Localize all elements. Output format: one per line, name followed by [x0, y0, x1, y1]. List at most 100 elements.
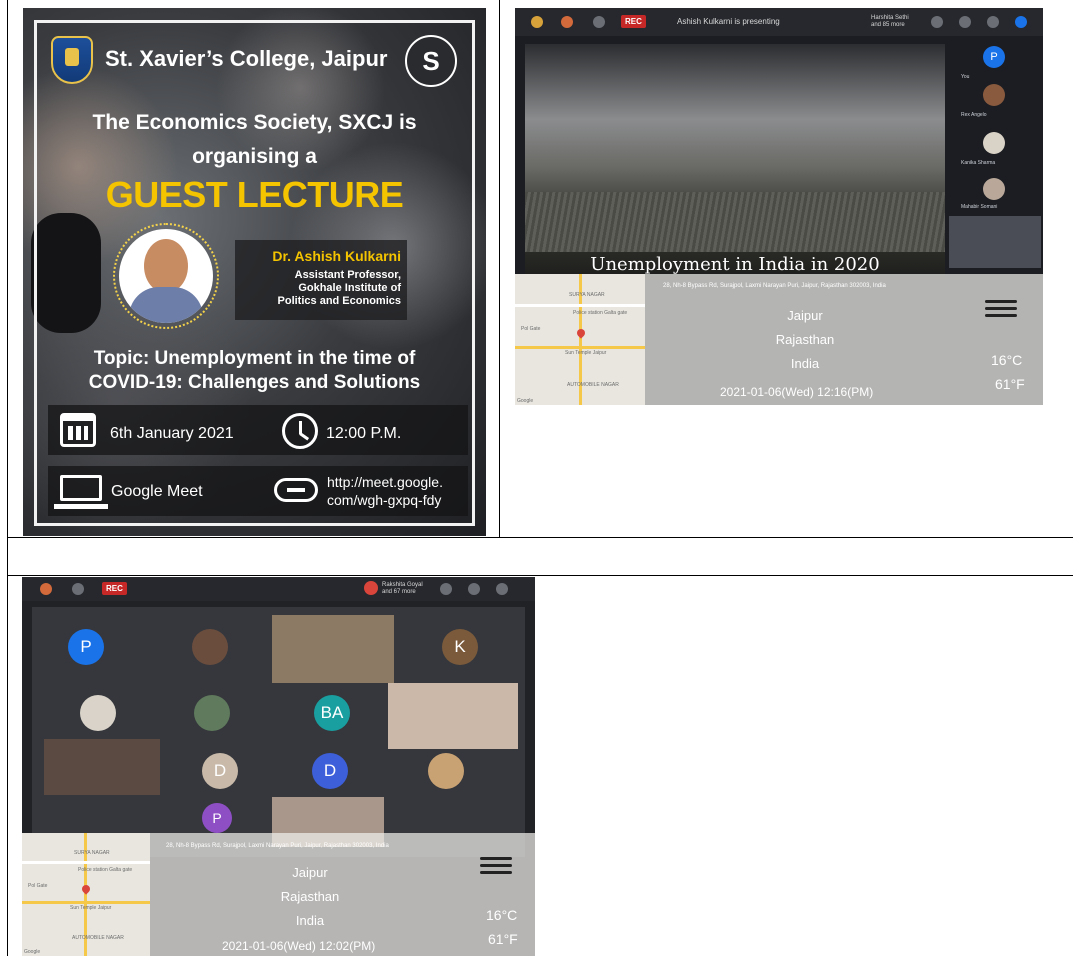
participant-name: Kanika Sharma — [961, 160, 996, 166]
temperature-celsius: 16°C — [991, 352, 1023, 368]
participant-sidebar: P You Rex Angelo Kanika Sharma Mahabir S… — [947, 44, 1043, 280]
speaker-name: Dr. Ashish Kulkarni — [272, 248, 401, 264]
speaker-role: Assistant Professor, Gokhale Institute o… — [235, 269, 407, 308]
location-country: India — [295, 913, 325, 928]
participants-more: Harshita Sethi and 85 more — [871, 15, 909, 29]
map-label: Sun Temple Jaipur — [70, 905, 112, 911]
location-country: India — [790, 356, 820, 371]
people-icon — [440, 583, 452, 595]
speaker-role-line: Assistant Professor, — [294, 269, 401, 281]
participants-avatar — [364, 581, 378, 595]
participant-avatar — [983, 84, 1005, 106]
activities-icon — [987, 16, 999, 28]
lecture-poster: St. Xavier’s College, Jaipur S The Econo… — [23, 8, 486, 536]
table-border-row1 — [7, 537, 1073, 538]
reaction-icon — [561, 16, 573, 28]
participant-tile-avatar: P — [68, 629, 104, 665]
location-city: Jaipur — [292, 865, 328, 880]
participant-tile-avatar: P — [202, 803, 232, 833]
participant-video — [388, 683, 518, 749]
participant-name: Mahabir Somani — [961, 204, 998, 210]
map-label: Google — [517, 398, 534, 404]
map-pin-icon — [575, 327, 587, 339]
map-label: Police station Galta gate — [573, 310, 628, 316]
college-crest-logo — [51, 36, 93, 84]
activities-icon — [496, 583, 508, 595]
weather-fog-icon — [985, 300, 1017, 321]
participants-more-line: Rakshita Goyal — [382, 582, 423, 588]
map-label: SURYA NAGAR — [74, 850, 110, 856]
economics-society-logo: S — [405, 35, 457, 87]
topic-line: COVID-19: Challenges and Solutions — [88, 372, 421, 393]
temperature-fahrenheit: 61°F — [995, 376, 1025, 392]
recording-badge: REC — [102, 582, 127, 595]
laptop-icon — [54, 475, 108, 509]
account-avatar — [1015, 16, 1027, 28]
slide-field-image — [525, 192, 945, 252]
participant-tile-avatar: K — [442, 629, 478, 665]
speaker-photo — [119, 229, 213, 323]
meet-screenshot-grid: REC Rakshita Goyal and 67 more P K BA D … — [22, 577, 535, 956]
document-page: St. Xavier’s College, Jaipur S The Econo… — [0, 0, 1073, 956]
table-border-row2 — [7, 575, 1073, 576]
participant-avatar: P — [983, 46, 1005, 68]
participant-tile-photo — [194, 695, 230, 731]
map-label: AUTOMOBILE NAGAR — [567, 382, 619, 388]
table-border-left — [7, 0, 8, 956]
temperature-fahrenheit: 61°F — [488, 931, 518, 947]
settings-icon — [593, 16, 605, 28]
map-label: SURYA NAGAR — [569, 292, 605, 298]
capture-datetime: 2021-01-06(Wed) 12:16(PM) — [720, 385, 874, 399]
event-platform: Google Meet — [111, 483, 203, 500]
calendar-icon — [60, 413, 96, 447]
map-label: Sun Temple Jaipur — [565, 350, 607, 356]
location-map: SURYA NAGAR Police station Galta gate Po… — [515, 274, 645, 405]
participant-video — [272, 615, 394, 683]
participants-more-line: Harshita Sethi — [871, 15, 909, 21]
location-address: 28, Nh-8 Bypass Rd, Surajpol, Laxmi Nara… — [166, 843, 389, 849]
map-label: Pol Gate — [28, 883, 48, 889]
participant-avatar — [983, 178, 1005, 200]
participant-avatar — [983, 132, 1005, 154]
meeting-url-line: com/wgh-gxpq-fdy — [327, 492, 442, 508]
organising-line: organising a — [192, 145, 317, 168]
topic-line: Topic: Unemployment in the time of — [93, 348, 416, 369]
recording-badge: REC — [621, 15, 646, 28]
reaction-icon — [40, 583, 52, 595]
participants-more-line: and 67 more — [382, 589, 416, 595]
location-map: SURYA NAGAR Police station Galta gate Po… — [22, 833, 150, 956]
location-address: 28, Nh-8 Bypass Rd, Surajpol, Laxmi Nara… — [663, 283, 886, 289]
chat-icon — [959, 16, 971, 28]
map-label: AUTOMOBILE NAGAR — [72, 935, 124, 941]
event-type-heading: GUEST LECTURE — [105, 174, 404, 215]
participants-more: Rakshita Goyal and 67 more — [382, 582, 423, 596]
table-border-mid-vertical — [499, 0, 500, 537]
map-label: Pol Gate — [521, 326, 541, 332]
organiser-line: The Economics Society, SXCJ is — [92, 111, 417, 134]
hand-icon — [531, 16, 543, 28]
clock-icon — [282, 413, 318, 449]
weather-fog-icon — [480, 857, 512, 878]
link-icon — [274, 478, 318, 502]
meet-screenshot-presentation: REC Ashish Kulkarni is presenting Harshi… — [515, 8, 1043, 405]
location-state: Rajasthan — [775, 332, 835, 347]
participants-more-line: and 85 more — [871, 22, 905, 28]
participant-tile-photo — [428, 753, 464, 789]
presenting-status: Ashish Kulkarni is presenting — [677, 17, 780, 26]
settings-icon — [72, 583, 84, 595]
temperature-celsius: 16°C — [486, 907, 518, 923]
lecture-topic: Topic: Unemployment in the time of COVID… — [23, 347, 486, 395]
map-pin-icon — [80, 883, 92, 895]
speaker-role-line: Politics and Economics — [277, 295, 401, 307]
capture-datetime: 2021-01-06(Wed) 12:02(PM) — [222, 939, 376, 953]
participant-name: You — [961, 74, 970, 80]
people-icon — [931, 16, 943, 28]
event-time: 12:00 P.M. — [326, 425, 402, 442]
location-state: Rajasthan — [280, 889, 340, 904]
map-label: Police station Galta gate — [78, 867, 133, 873]
participant-video — [949, 216, 1041, 268]
participant-tile-photo — [80, 695, 116, 731]
college-name: St. Xavier’s College, Jaipur — [105, 46, 388, 71]
event-date: 6th January 2021 — [110, 425, 234, 442]
speaker-role-line: Gokhale Institute of — [298, 282, 401, 294]
